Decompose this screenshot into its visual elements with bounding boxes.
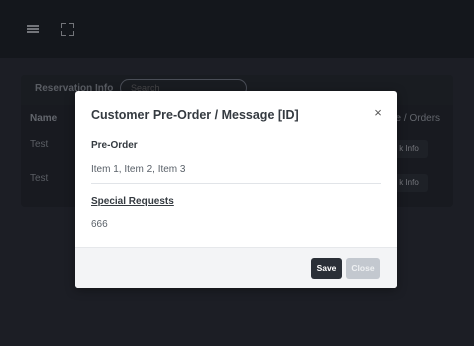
pre-order-value: Item 1, Item 2, Item 3 xyxy=(91,164,186,175)
pre-order-modal: Customer Pre-Order / Message [ID] × Pre-… xyxy=(75,91,397,288)
close-button[interactable]: Close xyxy=(346,258,380,279)
special-requests-label: Special Requests xyxy=(91,196,174,207)
save-button[interactable]: Save xyxy=(311,258,342,279)
modal-footer: Save Close xyxy=(75,247,397,288)
special-requests-value: 666 xyxy=(91,219,108,230)
divider xyxy=(91,183,381,184)
modal-title: Customer Pre-Order / Message [ID] xyxy=(91,108,299,122)
pre-order-label: Pre-Order xyxy=(91,140,138,151)
close-icon[interactable]: × xyxy=(371,106,385,120)
